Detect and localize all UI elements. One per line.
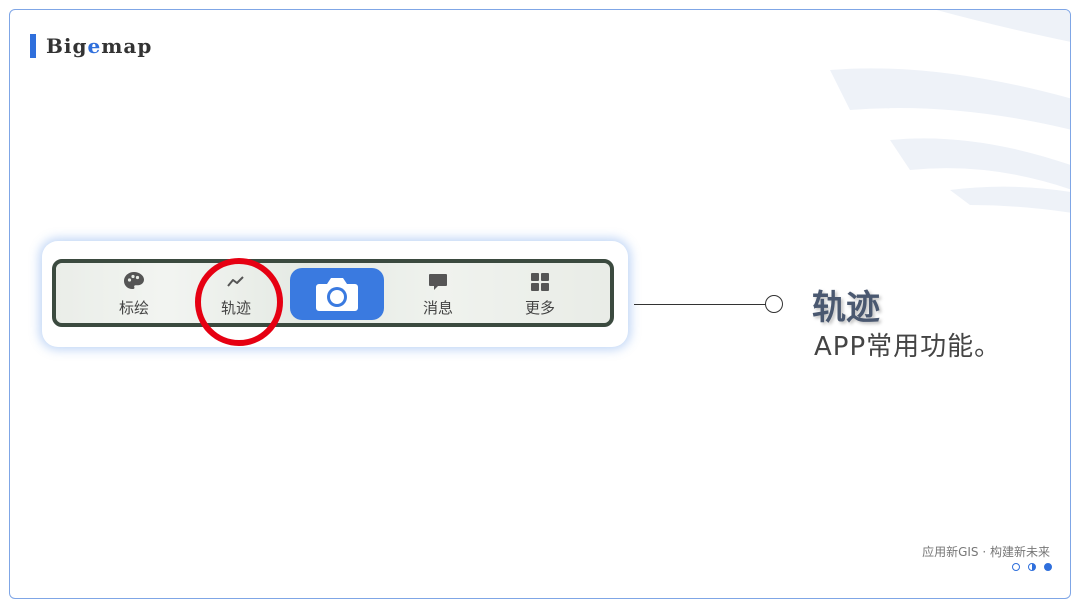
toolbar-item-label: 更多	[524, 299, 555, 317]
page-dot	[1012, 563, 1020, 571]
chat-bubble-icon	[426, 269, 450, 295]
feature-description: APP常用功能。	[814, 332, 1002, 362]
connector-line	[634, 304, 767, 305]
toolbar-preview: 标绘 轨迹 消息 更多	[42, 241, 628, 347]
brand-logo: Bigemap	[30, 34, 152, 58]
page-dot-active	[1044, 563, 1052, 571]
brand-prefix: Big	[46, 34, 88, 58]
decorative-wave	[830, 10, 1070, 213]
camera-button[interactable]	[290, 268, 384, 320]
toolbar-item-message[interactable]: 消息	[398, 269, 478, 321]
connector-dot	[765, 295, 783, 313]
feature-title: 轨迹	[812, 288, 880, 328]
grid-icon	[528, 269, 552, 295]
footer-slogan: 应用新GIS · 构建新未来	[922, 545, 1050, 559]
brand-accent: e	[87, 34, 102, 58]
app-toolbar: 标绘 轨迹 消息 更多	[52, 259, 614, 327]
brand-name: Bigemap	[46, 34, 152, 58]
palette-icon	[122, 269, 146, 295]
toolbar-item-label: 轨迹	[220, 299, 251, 317]
toolbar-item-plot[interactable]: 标绘	[94, 269, 174, 321]
page-dot	[1028, 563, 1036, 571]
toolbar-item-label: 消息	[422, 299, 453, 317]
toolbar-item-more[interactable]: 更多	[500, 269, 580, 321]
pagination-dots	[1012, 563, 1052, 571]
brand-bar	[30, 34, 36, 58]
track-line-icon	[224, 269, 248, 295]
camera-icon	[316, 278, 358, 311]
brand-suffix: map	[101, 34, 153, 58]
toolbar-item-label: 标绘	[118, 299, 149, 317]
